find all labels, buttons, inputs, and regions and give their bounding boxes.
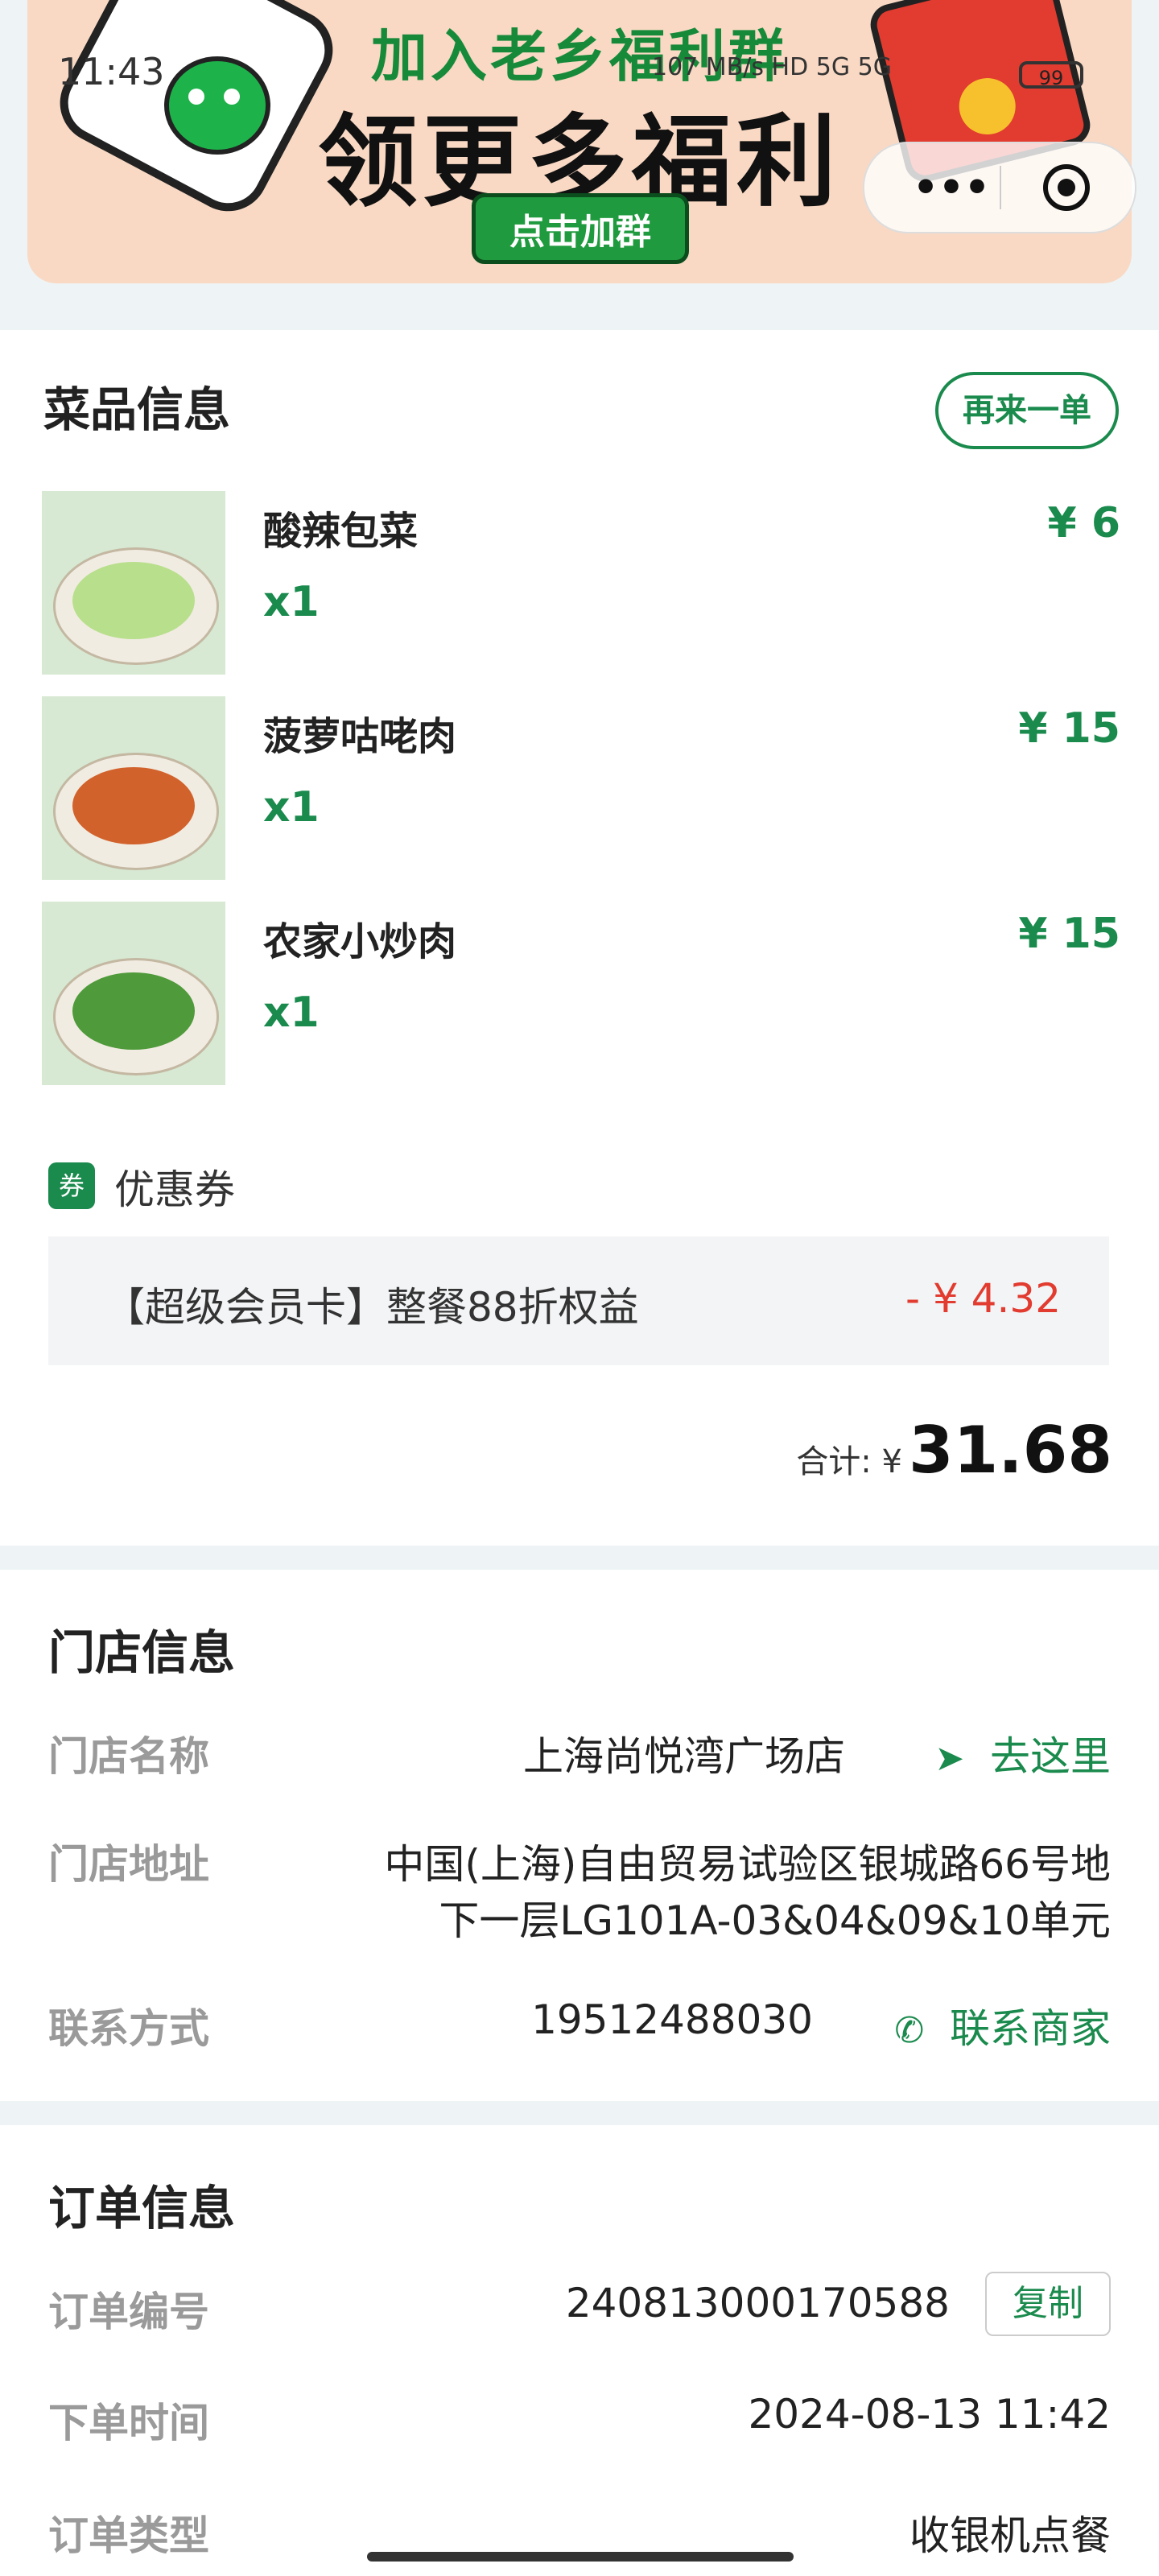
dish-quantity: x1 [263,783,320,832]
store-address-label: 门店地址 [48,1841,209,1888]
network-speed: 107 MB/s [652,53,764,81]
dish-name: 农家小炒肉 [263,919,457,964]
store-address-line1: 中国(上海)自由贸易试验区银城路66号地 [384,1841,1111,1888]
coupon-label: 优惠券 [114,1166,235,1213]
order-number-label: 订单编号 [48,2289,209,2335]
dish-name: 菠萝咕咾肉 [263,714,457,759]
total-value: 31.68 [908,1413,1112,1488]
dish-image [42,491,225,675]
status-time: 11:43 [58,50,165,93]
order-time-row: 下单时间 2024-08-13 11:42 [48,2391,1111,2455]
dish-price: ¥ 6 [1047,499,1120,547]
store-contact-label: 联系方式 [48,2005,209,2052]
dish-image [42,696,225,880]
dish-quantity: x1 [263,989,320,1037]
dish-price: ¥ 15 [1018,910,1120,958]
store-name-value: 上海尚悦湾广场店 [523,1733,845,1780]
food-shape [72,767,195,844]
dish-row: 酸辣包菜 x1 ¥ 6 [42,491,1120,675]
join-group-button[interactable]: 点击加群 [472,193,689,264]
order-type-label: 订单类型 [48,2512,209,2559]
capsule-divider [1000,166,1001,209]
home-indicator[interactable] [367,2552,794,2562]
dish-price: ¥ 15 [1018,704,1120,753]
navigation-arrow-icon: ➤ [934,1738,965,1779]
contact-merchant-label: 联系商家 [950,2005,1111,2052]
dish-image [42,902,225,1085]
order-total: 合计: ¥31.68 [796,1413,1112,1488]
store-section-title: 门店信息 [48,1625,236,1680]
store-name-row: 门店名称 上海尚悦湾广场店 ➤ 去这里 [48,1724,1111,1789]
store-address-line2: 下一层LG101A-03&04&09&10单元 [439,1897,1111,1944]
copy-order-number-button[interactable]: 复制 [985,2272,1111,2336]
food-shape [72,972,195,1050]
order-card: 订单信息 订单编号 240813000170588 复制 下单时间 2024-0… [0,2125,1159,2576]
total-label: 合计: ¥ [796,1443,902,1480]
status-network: 107 MB/s HD 5G 5G [652,53,892,81]
coupon-icon: 券 [48,1162,95,1209]
coupon-discount: - ¥ 4.32 [905,1275,1061,1322]
store-address-row: 门店地址 中国(上海)自由贸易试验区银城路66号地 下一层LG101A-03&0… [48,1832,1111,1953]
order-time-value: 2024-08-13 11:42 [748,2391,1111,2438]
order-number-value: 240813000170588 [565,2280,950,2326]
order-time-label: 下单时间 [48,2400,209,2446]
items-section-title: 菜品信息 [43,382,231,437]
phone-icon: ✆ [894,2010,925,2051]
dish-row: 菠萝咕咾肉 x1 ¥ 15 [42,696,1120,880]
close-miniprogram-icon[interactable] [1043,164,1090,211]
order-section-title: 订单信息 [48,2181,236,2235]
miniprogram-capsule: ••• [863,142,1136,233]
reorder-button[interactable]: 再来一单 [935,372,1119,449]
order-type-value: 收银机点餐 [909,2512,1111,2559]
dish-name: 酸辣包菜 [263,509,419,554]
store-contact-row: 联系方式 19512488030 ✆ 联系商家 [48,1996,1111,2061]
navigate-button[interactable]: ➤ 去这里 [934,1724,1111,1782]
store-card: 门店信息 门店名称 上海尚悦湾广场店 ➤ 去这里 门店地址 中国(上海)自由贸易… [0,1570,1159,2101]
items-card: 菜品信息 再来一单 酸辣包菜 x1 ¥ 6 菠萝咕咾肉 x1 ¥ 15 农家小炒… [0,330,1159,1546]
coupon-item: 【超级会员卡】整餐88折权益 - ¥ 4.32 [48,1236,1109,1365]
contact-merchant-button[interactable]: ✆ 联系商家 [894,1996,1111,2054]
store-name-label: 门店名称 [48,1733,209,1780]
signal-icons: HD 5G 5G [771,53,892,81]
coupon-name: 【超级会员卡】整餐88折权益 [105,1284,639,1331]
store-contact-value: 19512488030 [531,1996,813,2043]
battery-icon: 99 [1019,61,1083,89]
more-icon[interactable]: ••• [903,159,1000,216]
order-number-row: 订单编号 240813000170588 复制 [48,2272,1111,2344]
dish-quantity: x1 [263,578,320,626]
navigate-label: 去这里 [990,1733,1111,1780]
food-shape [72,562,195,639]
dish-row: 农家小炒肉 x1 ¥ 15 [42,902,1120,1085]
